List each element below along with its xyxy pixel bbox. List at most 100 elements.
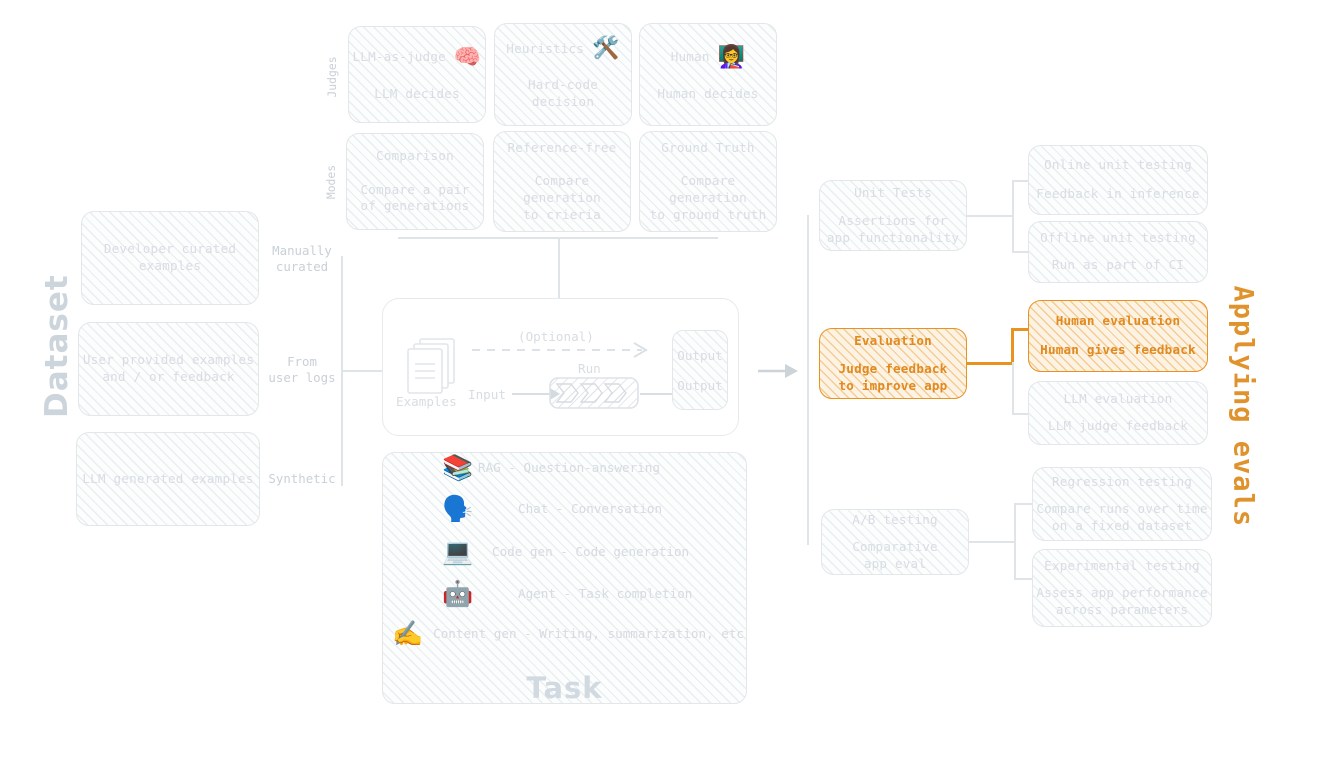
dataset-section-label: Dataset — [39, 274, 75, 418]
task-row-chat: 🗣️ Chat - Conversation — [438, 493, 738, 523]
eval-0-child-0-subtitle: Feedback in inference — [1036, 186, 1200, 201]
applying-evals-section-label: Applying evals — [1227, 285, 1259, 528]
dataset-box-llm-generated: LLM generated examples — [76, 432, 260, 526]
ab-testing-branch-1 — [1014, 578, 1034, 580]
tools-icon: 🛠️ — [592, 36, 620, 62]
eval-2-child-1-title: Experimental testing — [1044, 557, 1200, 573]
eval-0-title: Unit Tests — [854, 184, 932, 200]
output-box: Output Output — [672, 330, 728, 410]
mode-box-ground-truth: Ground Truth Compare generation to groun… — [639, 131, 777, 232]
judges-row-label: Judges — [325, 56, 339, 98]
eval-1-title: Evaluation — [854, 332, 932, 348]
eval-2-child-0-subtitle: Compare runs over time on a fixed datase… — [1036, 501, 1208, 533]
mode-box-comparison: Comparison Compare a pair of generations — [346, 133, 484, 230]
judge-box-llm-as-judge: LLM-as-judge 🧠 LLM decides — [348, 26, 486, 123]
mode-1-subtitle: Compare generation to crieria — [523, 173, 601, 222]
run-process-icon — [549, 377, 639, 413]
eval-2-title: A/B testing — [852, 511, 938, 527]
laptop-icon: 💻 — [442, 536, 474, 566]
eval-box-human-evaluation: Human evaluation Human gives feedback — [1028, 300, 1208, 372]
task-row-code-gen: 💻 Code gen - Code generation — [438, 536, 738, 566]
eval-1-child-0-subtitle: Human gives feedback — [1040, 342, 1196, 357]
eval-box-llm-evaluation: LLM evaluation LLM judge feedback — [1028, 381, 1208, 445]
mode-2-subtitle: Compare generation to ground truth — [649, 173, 767, 222]
eval-box-experimental-testing: Experimental testing Assess app performa… — [1032, 549, 1212, 627]
eval-0-child-1-subtitle: Run as part of CI — [1051, 257, 1185, 272]
unit-tests-bracket — [1012, 180, 1014, 252]
task-row-agent: 🤖 Agent - Task completion — [438, 578, 738, 608]
mode-0-subtitle: Compare a pair of generations — [360, 181, 470, 214]
examples-stack-icon — [402, 336, 464, 402]
books-icon: 📚 — [442, 452, 474, 482]
eval-1-subtitle: Judge feedback to improve app — [838, 361, 948, 393]
brain-icon: 🧠 — [453, 44, 482, 70]
output-label-top: Output — [677, 347, 723, 363]
dataset-box-user-provided: User provided examples and / or feedback — [78, 322, 259, 416]
judge-1-title: Heuristics — [506, 41, 585, 57]
eval-box-online-unit-testing: Online unit testing Feedback in inferenc… — [1028, 145, 1208, 215]
mode-2-title: Ground Truth — [661, 139, 755, 155]
writing-hand-icon: ✍️ — [392, 618, 424, 648]
teacher-icon: 👩‍🏫 — [717, 44, 746, 70]
mode-1-title: Reference-free — [507, 139, 617, 155]
judge-box-human: Human 👩‍🏫 Human decides — [639, 23, 777, 126]
eval-1-child-1-subtitle: LLM judge feedback — [1047, 418, 1189, 433]
dataset-box-1-text: User provided examples and / or feedback — [82, 352, 255, 384]
task-1-label: Chat - Conversation — [518, 500, 663, 516]
evals-trunk-line — [807, 215, 809, 545]
examples-label: Examples — [396, 394, 457, 409]
diagram-canvas: Dataset Developer curated examples User … — [0, 0, 1338, 759]
output-label-bottom: Output — [677, 377, 723, 393]
dataset-box-2-text: LLM generated examples — [82, 470, 254, 486]
mode-box-reference-free: Reference-free Compare generation to cri… — [493, 131, 631, 232]
eval-box-regression-testing: Regression testing Compare runs over tim… — [1032, 467, 1212, 541]
dataset-box-0-text: Developer curated examples — [103, 241, 237, 273]
eval-0-child-0-title: Online unit testing — [1044, 157, 1192, 173]
judge-box-heuristics: Heuristics 🛠️ Hard-code decision — [494, 23, 632, 126]
judge-2-subtitle: Human decides — [657, 85, 759, 101]
eval-box-ab-testing: A/B testing Comparative app eval — [821, 509, 969, 575]
task-row-content-gen: ✍️ Content gen - Writing, summarization,… — [392, 618, 745, 648]
ab-testing-stem — [969, 541, 1015, 543]
task-3-label: Agent - Task completion — [518, 585, 693, 601]
judge-2-title: Human — [670, 49, 710, 65]
ab-testing-bracket — [1014, 503, 1016, 579]
robot-icon: 🤖 — [442, 578, 474, 608]
task-0-label: RAG - Question-answering — [478, 459, 660, 475]
eval-box-evaluation: Evaluation Judge feedback to improve app — [819, 328, 967, 399]
judge-0-subtitle: LLM decides — [374, 85, 460, 101]
eval-2-child-0-title: Regression testing — [1051, 473, 1193, 489]
task-2-label: Code gen - Code generation — [492, 543, 690, 559]
dataset-tag-user-logs: From user logs — [268, 354, 336, 386]
evaluation-bracket-up — [1011, 328, 1014, 364]
dataset-box-developer-curated: Developer curated examples — [81, 211, 259, 305]
eval-box-unit-tests: Unit Tests Assertions for app functional… — [819, 180, 967, 251]
eval-1-child-0-title: Human evaluation — [1055, 313, 1181, 329]
dataset-tag-manually-curated: Manually curated — [272, 243, 332, 275]
ab-testing-branch-0 — [1014, 503, 1034, 505]
mode-0-title: Comparison — [376, 148, 454, 164]
task-row-rag: 📚 RAG - Question-answering — [438, 452, 738, 482]
eval-1-child-1-title: LLM evaluation — [1063, 391, 1173, 407]
eval-0-subtitle: Assertions for app functionality — [826, 213, 960, 245]
evaluation-bracket-down — [1012, 362, 1014, 414]
modes-to-pipeline-line — [558, 237, 560, 298]
judge-0-title: LLM-as-judge — [352, 49, 446, 65]
task-4-label: Content gen - Writing, summarization, et… — [433, 625, 745, 641]
optional-dashed-arrow — [472, 342, 648, 358]
judge-1-subtitle: Hard-code decision — [527, 77, 599, 109]
input-label: Input — [468, 387, 506, 402]
eval-box-offline-unit-testing: Offline unit testing Run as part of CI — [1028, 221, 1208, 283]
unit-tests-stem — [967, 215, 1013, 217]
task-section-title: Task — [526, 671, 603, 705]
run-label: Run — [578, 361, 601, 376]
modes-row-label: Modes — [324, 164, 338, 200]
evaluation-stem — [967, 362, 1013, 365]
dataset-tag-synthetic: Synthetic — [268, 471, 336, 486]
eval-2-subtitle: Comparative app eval — [852, 539, 938, 571]
dataset-to-pipeline-line — [341, 370, 383, 372]
pipeline-to-evals-arrow — [758, 364, 798, 378]
eval-2-child-1-subtitle: Assess app performance across parameters — [1036, 585, 1208, 617]
eval-0-child-1-title: Offline unit testing — [1040, 230, 1196, 246]
speaking-head-icon: 🗣️ — [442, 493, 474, 523]
